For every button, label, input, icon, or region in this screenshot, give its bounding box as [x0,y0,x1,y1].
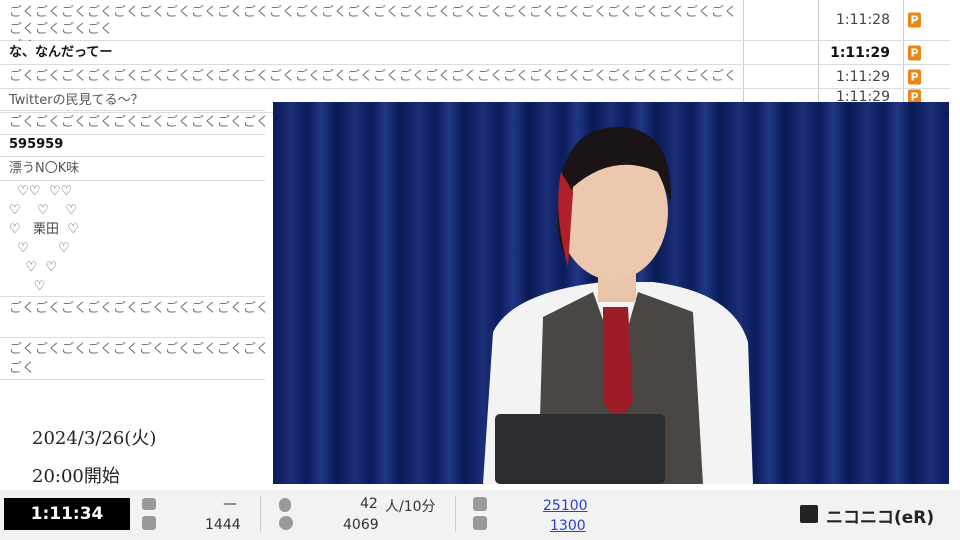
recent-comments: — [223,496,237,512]
comment-time: 1:11:28 [836,12,890,28]
active-user-icon [279,498,291,512]
premium-badge: P [908,69,921,84]
visitor-count: 4069 [343,517,379,533]
comment-row[interactable]: な、なんだってー 1:11:29 P [0,41,950,65]
comment-row[interactable]: 漂うN〇K味 [0,157,265,181]
comment-time: 1:11:29 [836,68,890,85]
comment-row[interactable]: ごくごくごくごくごくごくごくごくごくごくごく [0,111,265,135]
comment-row[interactable]: ごくごくごくごくごくごくごくごくごくごくごく [0,297,265,338]
comment-row[interactable]: ごくごくごくごくごくごくごくごくごくごくごくごくごくごくごくごくごくごくごくごく… [0,0,950,54]
comment-count: 1444 [205,517,241,533]
comment-text: な、なんだってー [9,45,113,60]
broadcast-date: 2024/3/26(火) [32,428,157,449]
comment-list: ごくごくごくごくごくごくごくごくごくごくごくごくごくごくごくごくごくごくごくごく… [0,0,960,113]
tv-icon [800,505,818,523]
premium-badge: P [908,12,921,28]
premium-badge: P [908,45,921,60]
comment-row[interactable]: Twitterの民見てる～？ [0,89,265,111]
broadcast-start: 20:00開始 [32,466,120,487]
active-unit: 人/10分 [385,499,436,515]
comments-icon [142,516,156,530]
visitor-icon [279,516,293,530]
comment-row[interactable]: 595959 [0,135,265,157]
ad-points-link[interactable]: 25100 [543,498,588,514]
ad-icon [473,497,487,511]
gift-points-link[interactable]: 1300 [550,518,586,534]
comment-row[interactable]: ♡♡ ♡♡ ♡ ♡ ♡ ♡ 栗田 ♡ ♡ ♡ ♡ ♡ ♡ [0,181,265,297]
presenter-image [483,127,753,484]
status-bar: 1:11:34 — 1444 42 人/10分 4069 25100 1300 … [0,490,960,540]
active-count: 42 [360,496,378,512]
comment-icon [142,498,156,510]
gift-icon [473,516,487,530]
comment-row[interactable]: ごくごくごくごくごくごくごくごくごくごくごく ごく [0,338,265,380]
elapsed-time: 1:11:34 [4,498,130,530]
niconico-logo: ニコニコ(eR) [826,508,935,528]
video-player[interactable] [273,102,949,484]
comment-text: ごくごくごくごくごくごくごくごくごくごくごくごくごくごくごくごくごくごくごくごく… [9,69,739,84]
comment-row[interactable]: ごくごくごくごくごくごくごくごくごくごくごくごくごくごくごくごくごくごくごくごく… [0,65,950,89]
comment-time: 1:11:29 [830,44,890,61]
